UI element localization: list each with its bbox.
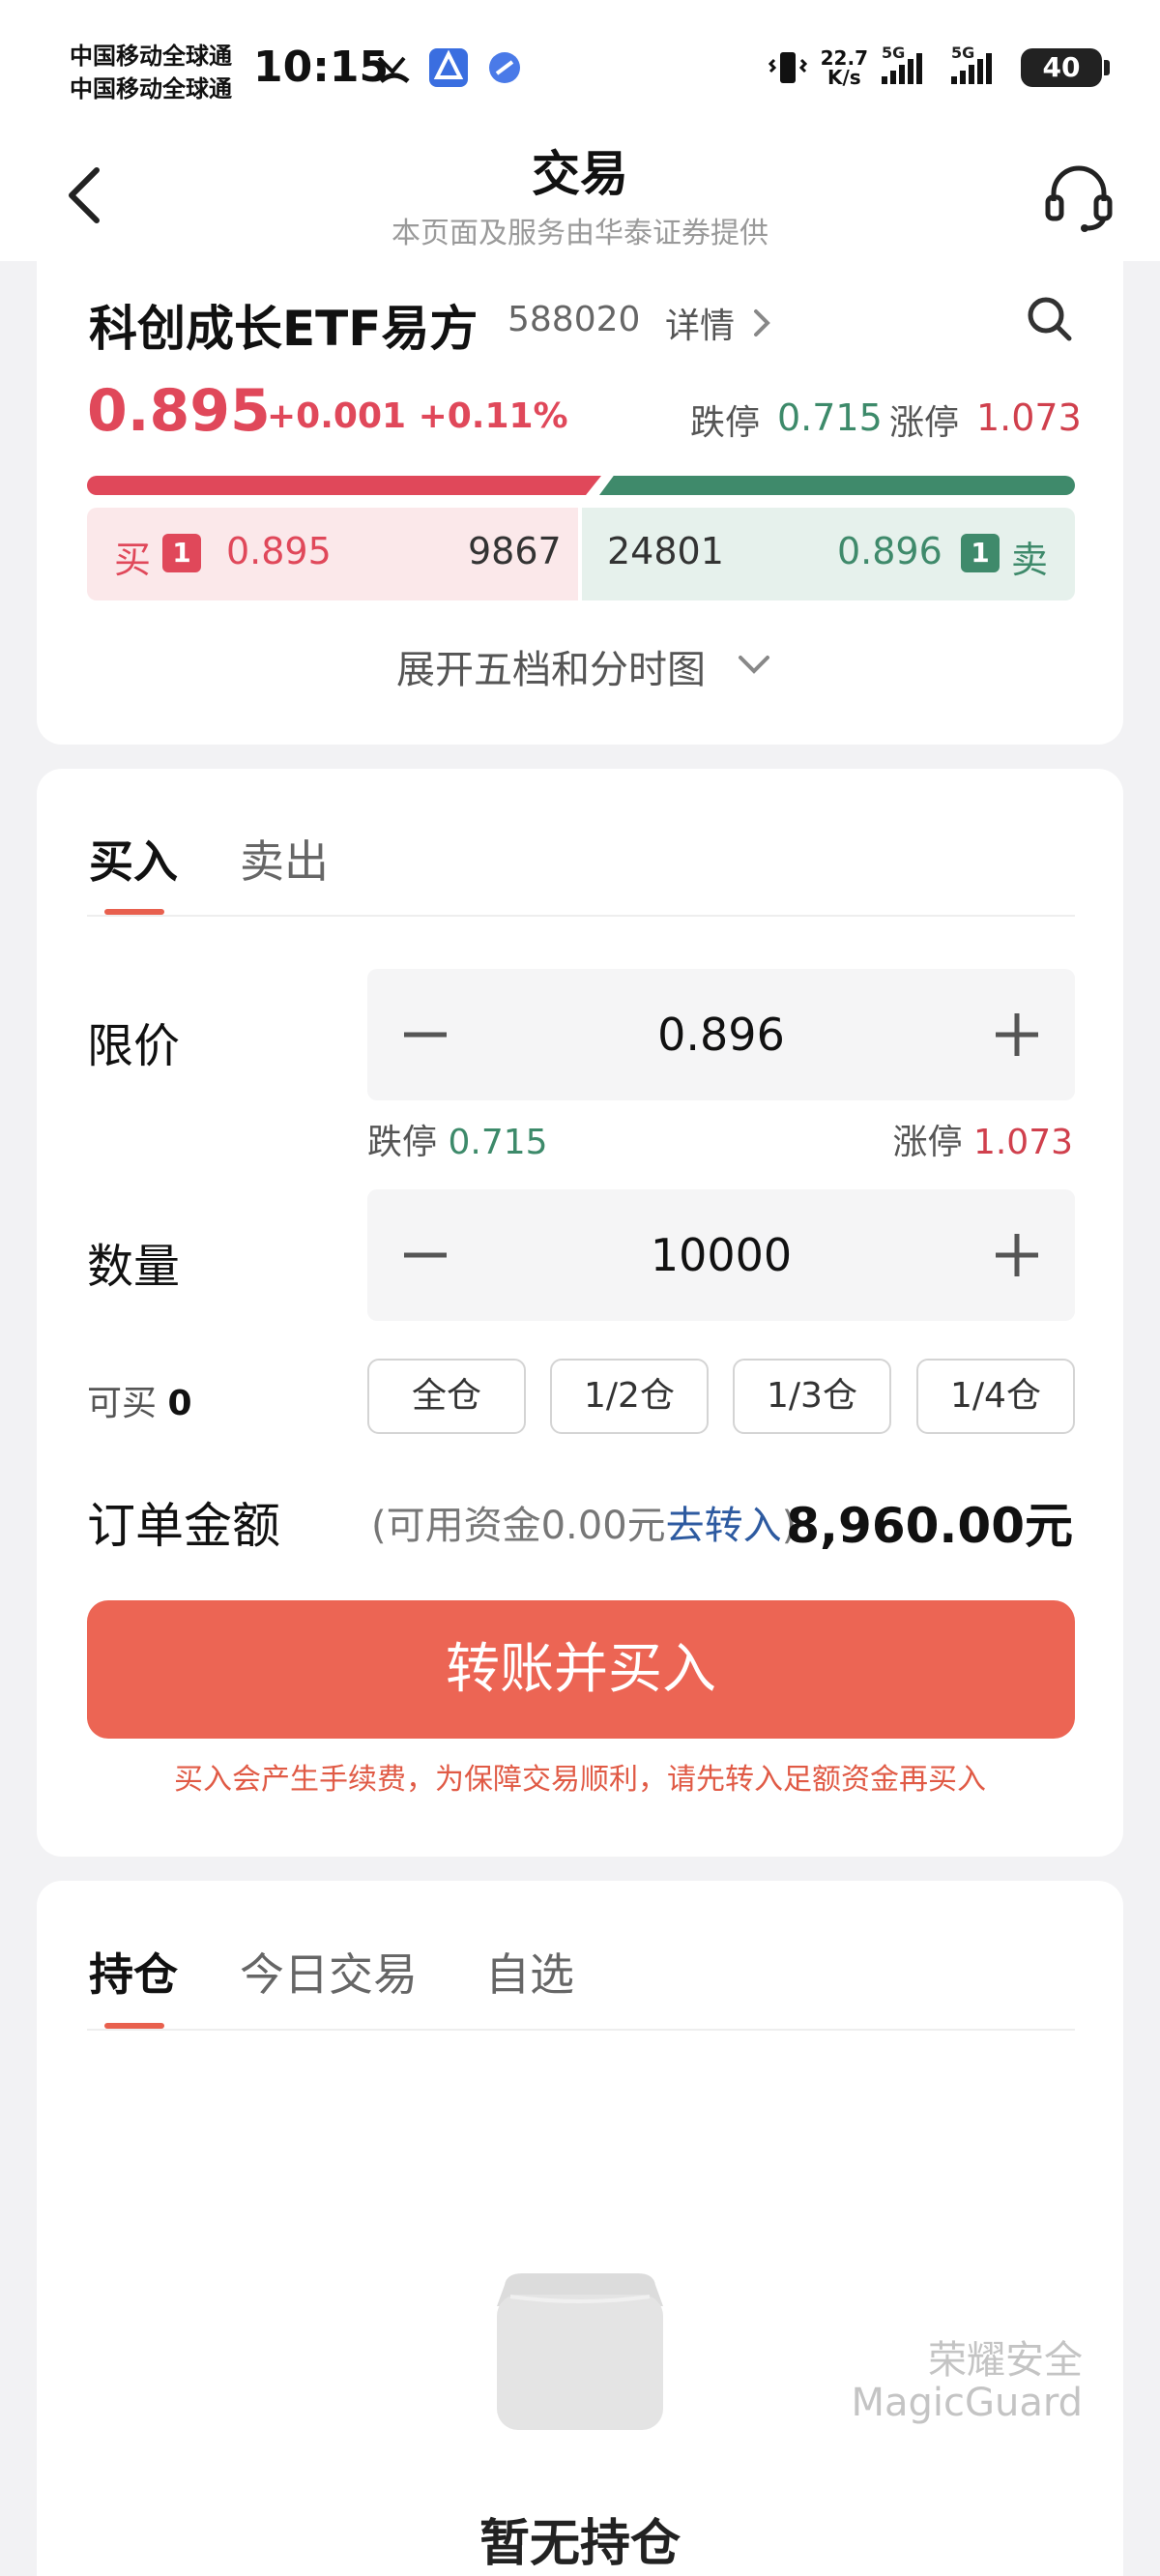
quantity-input[interactable]: 10000 xyxy=(483,1189,959,1321)
tab-sell[interactable]: 卖出 xyxy=(240,827,329,891)
current-price: 0.895 xyxy=(87,377,271,445)
buy-level-badge: 1 xyxy=(162,534,201,572)
sell-ratio-bar xyxy=(599,476,1075,495)
network-speed-unit: K/s xyxy=(826,66,861,89)
detail-link[interactable]: 详情 xyxy=(665,298,735,348)
limit-price-input[interactable]: 0.896 xyxy=(483,969,959,1100)
price-decrease-button[interactable] xyxy=(367,969,483,1100)
buy-volume: 9867 xyxy=(468,530,562,572)
chevron-down-icon[interactable] xyxy=(735,648,773,681)
tab-today-trades[interactable]: 今日交易 xyxy=(240,1940,418,2004)
limit-up-label: 涨停 xyxy=(889,403,960,443)
form-limit-up-value: 1.073 xyxy=(972,1123,1073,1162)
nav-header: 交易 本页面及服务由华泰证券提供 xyxy=(0,135,1160,261)
transfer-and-buy-button[interactable]: 转账并买入 xyxy=(87,1600,1075,1739)
available-funds-hint: (可用资金0.00元去转入) xyxy=(371,1494,797,1550)
sell-volume: 24801 xyxy=(607,530,724,572)
price-increase-button[interactable] xyxy=(959,969,1075,1100)
carrier-name-1: 中国移动全球通 xyxy=(70,43,232,70)
limit-down-label: 跌停 xyxy=(690,403,761,443)
empty-holdings-text: 暂无持仓 xyxy=(478,2515,681,2573)
holdings-card xyxy=(37,1881,1123,2576)
position-quarter-button[interactable]: 1/4仓 xyxy=(916,1359,1075,1434)
can-buy-info: 可买 0 xyxy=(87,1375,192,1425)
stock-code: 588020 xyxy=(508,300,641,339)
signal-strength-1-icon: 5G xyxy=(882,44,938,84)
buy-ratio-bar xyxy=(87,476,601,495)
can-buy-value: 0 xyxy=(167,1384,192,1423)
form-limit-up-label: 涨停 xyxy=(892,1123,963,1162)
search-icon[interactable] xyxy=(1025,294,1075,344)
chevron-right-icon[interactable] xyxy=(750,306,775,340)
buy-label: 买 xyxy=(114,539,152,581)
status-time: 10:15 xyxy=(253,43,390,92)
stock-name: 科创成长ETF易方 xyxy=(89,301,478,357)
tab-holdings[interactable]: 持仓 xyxy=(89,1940,178,2004)
position-full-button[interactable]: 全仓 xyxy=(367,1359,526,1434)
carrier-name-2: 中国移动全球通 xyxy=(70,75,232,102)
available-funds-text: (可用资金0.00元 xyxy=(371,1504,666,1548)
tab-buy[interactable]: 买入 xyxy=(89,827,178,891)
form-limit-down-value: 0.715 xyxy=(448,1123,548,1162)
position-half-button[interactable]: 1/2仓 xyxy=(550,1359,709,1434)
limit-up-value: 1.073 xyxy=(976,396,1082,439)
sell-level-badge: 1 xyxy=(961,534,1000,572)
position-third-button[interactable]: 1/3仓 xyxy=(733,1359,891,1434)
form-limit-down: 跌停 0.715 xyxy=(367,1114,548,1164)
limit-price-stepper: 0.896 xyxy=(367,969,1075,1100)
network-speed-value: 22.7 xyxy=(820,46,868,70)
watermark-line-1: 荣耀安全 xyxy=(928,2338,1083,2383)
transfer-in-link[interactable]: 去转入 xyxy=(666,1504,782,1548)
battery-icon: 40 xyxy=(1021,48,1110,87)
app-notification-icon xyxy=(429,48,468,87)
limit-down-value: 0.715 xyxy=(777,396,883,439)
quantity-increase-button[interactable] xyxy=(959,1189,1075,1321)
buy-price: 0.895 xyxy=(226,530,332,572)
status-right-cluster: 22.7 K/s 5G 5G 40 xyxy=(768,39,1110,97)
order-amount-value: 8,960.00元 xyxy=(786,1498,1073,1554)
form-limit-down-label: 跌停 xyxy=(367,1123,438,1162)
signal-2-label: 5G xyxy=(951,44,975,62)
holdings-tab-divider xyxy=(87,2029,1075,2031)
vibrate-icon xyxy=(768,52,807,83)
sell-price: 0.896 xyxy=(837,530,942,572)
can-buy-label: 可买 xyxy=(87,1384,158,1423)
page-subtitle: 本页面及服务由华泰证券提供 xyxy=(392,217,768,250)
page-title: 交易 xyxy=(532,146,628,202)
status-bar: 中国移动全球通 中国移动全球通 10:15 22.7 K/s 5G 5G 40 xyxy=(0,0,1160,135)
app-badge-icon xyxy=(489,52,520,83)
signal-strength-2-icon: 5G xyxy=(951,44,1007,84)
form-limit-up: 涨停 1.073 xyxy=(892,1114,1073,1164)
quantity-label: 数量 xyxy=(87,1240,181,1294)
fee-warning: 买入会产生手续费，为保障交易顺利，请先转入足额资金再买入 xyxy=(174,1763,986,1797)
signal-1-label: 5G xyxy=(882,44,906,62)
expand-depth-link[interactable]: 展开五档和分时图 xyxy=(396,638,706,694)
order-amount-label: 订单金额 xyxy=(87,1498,280,1554)
quantity-stepper: 10000 xyxy=(367,1189,1075,1321)
limit-price-label: 限价 xyxy=(87,1019,181,1073)
tab-divider xyxy=(87,915,1075,917)
watermark-line-2: MagicGuard xyxy=(851,2381,1083,2425)
sell-label: 卖 xyxy=(1011,539,1049,581)
empty-box-icon xyxy=(497,2273,663,2430)
price-change: +0.001 +0.11% xyxy=(267,396,568,436)
tab-watchlist[interactable]: 自选 xyxy=(485,1940,574,2004)
missed-call-icon xyxy=(377,56,410,83)
quantity-decrease-button[interactable] xyxy=(367,1189,483,1321)
network-speed: 22.7 K/s xyxy=(821,48,868,87)
customer-service-icon[interactable] xyxy=(1040,159,1117,236)
